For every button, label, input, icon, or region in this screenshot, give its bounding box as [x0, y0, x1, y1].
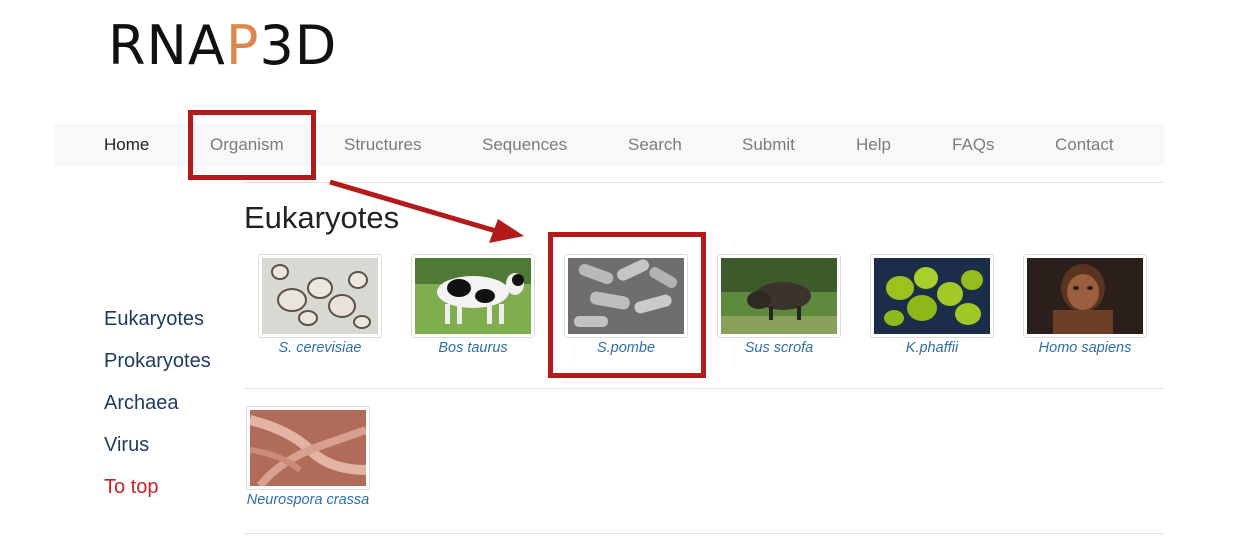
- organism-card-homo-sapiens[interactable]: Homo sapiens: [1023, 254, 1147, 356]
- nav-sequences[interactable]: Sequences: [482, 124, 567, 166]
- highlight-box-organism: [188, 110, 316, 180]
- sidebar-item-virus[interactable]: Virus: [104, 424, 211, 466]
- fungal-hyphae-image[interactable]: [246, 406, 370, 490]
- yeast-microscopy-image[interactable]: [258, 254, 382, 338]
- logo-text-accent: P: [225, 14, 260, 77]
- sidebar-item-archaea[interactable]: Archaea: [104, 382, 211, 424]
- organism-name[interactable]: Homo sapiens: [1023, 340, 1147, 356]
- divider: [244, 182, 1164, 183]
- organism-card-neurospora-crassa[interactable]: Neurospora crassa: [246, 406, 370, 508]
- nav-submit[interactable]: Submit: [742, 124, 795, 166]
- logo-text-rna: RNA: [108, 14, 226, 77]
- page-title: Eukaryotes: [244, 200, 400, 235]
- sidebar-item-eukaryotes[interactable]: Eukaryotes: [104, 298, 211, 340]
- nav-faqs[interactable]: FAQs: [952, 124, 995, 166]
- nav-structures[interactable]: Structures: [344, 124, 421, 166]
- to-top-link[interactable]: To top: [104, 466, 211, 508]
- nav-contact[interactable]: Contact: [1055, 124, 1114, 166]
- organism-name[interactable]: K.phaffii: [870, 340, 994, 356]
- logo-text-3d: 3D: [259, 14, 338, 77]
- sidebar-item-prokaryotes[interactable]: Prokaryotes: [104, 340, 211, 382]
- organism-name[interactable]: Sus scrofa: [717, 340, 841, 356]
- organism-name[interactable]: Neurospora crassa: [246, 492, 370, 508]
- divider: [244, 388, 1164, 389]
- green-yeast-cells-image[interactable]: [870, 254, 994, 338]
- organism-card-sus-scrofa[interactable]: Sus scrofa: [717, 254, 841, 356]
- nav-home[interactable]: Home: [104, 124, 149, 166]
- organism-card-k-phaffii[interactable]: K.phaffii: [870, 254, 994, 356]
- organism-name[interactable]: Bos taurus: [411, 340, 535, 356]
- wild-boar-photo[interactable]: [717, 254, 841, 338]
- nav-help[interactable]: Help: [856, 124, 891, 166]
- organism-card-bos-taurus[interactable]: Bos taurus: [411, 254, 535, 356]
- divider: [244, 533, 1164, 534]
- highlight-box-s-pombe: [548, 232, 706, 378]
- sidebar: Eukaryotes Prokaryotes Archaea Virus To …: [104, 298, 211, 508]
- organism-card-s-cerevisiae[interactable]: S. cerevisiae: [258, 254, 382, 356]
- organism-name[interactable]: S. cerevisiae: [258, 340, 382, 356]
- site-logo[interactable]: RNAP3D: [108, 10, 337, 82]
- nav-search[interactable]: Search: [628, 124, 682, 166]
- early-human-photo[interactable]: [1023, 254, 1147, 338]
- cow-photo[interactable]: [411, 254, 535, 338]
